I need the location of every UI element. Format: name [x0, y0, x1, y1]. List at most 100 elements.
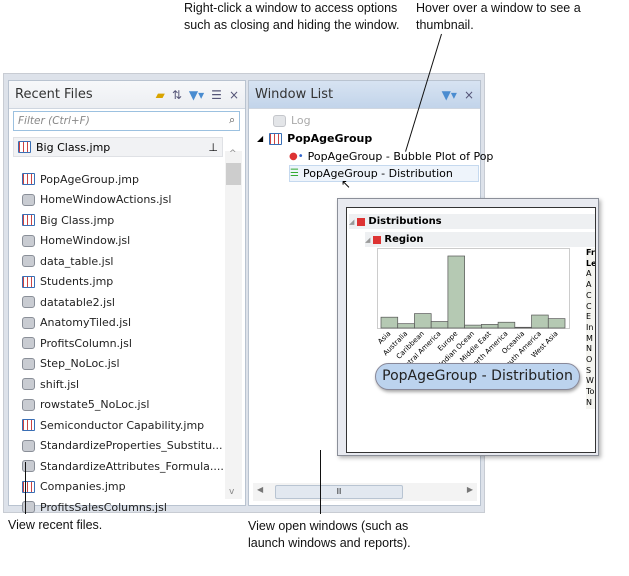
recent-file-item[interactable]: data_table.jsl [22, 252, 113, 270]
filter-icon[interactable]: ▼▾ [442, 88, 457, 102]
bar [497, 321, 516, 329]
recent-file-item[interactable]: StandardizeAttributes_Formula.... [22, 457, 224, 475]
window-bubble-plot[interactable]: ●• PopAgeGroup - Bubble Plot of Pop [289, 148, 493, 165]
vertical-scrollbar[interactable]: ^ v [225, 149, 242, 499]
recent-file-item[interactable]: rowstate5_NoLoc.jsl [22, 396, 149, 414]
recent-file-item[interactable]: StandardizeProperties_Substitu... [22, 437, 223, 455]
sort-icon[interactable]: ⇅ [172, 88, 182, 102]
region-histogram: AsiaAustraliaCaribbeanCentral AmericaEur… [377, 248, 570, 363]
window-label: PopAgeGroup - Distribution [302, 167, 453, 180]
jsl-file-icon [22, 234, 35, 247]
bubble-plot-icon: ●• [289, 151, 304, 162]
jmp-file-icon [22, 480, 35, 493]
region-title: Region [384, 234, 424, 245]
jmp-file-icon [22, 419, 35, 431]
red-triangle-icon[interactable] [373, 235, 382, 244]
recent-file-label: PopAgeGroup.jmp [40, 172, 139, 186]
pinned-file-label: Big Class.jmp [36, 140, 111, 154]
recent-file-item[interactable]: Big Class.jmp [22, 211, 114, 229]
jsl-file-icon [22, 501, 35, 513]
recent-file-item[interactable]: Step_NoLoc.jsl [22, 355, 120, 373]
region-outline[interactable]: ◢ Region [365, 232, 595, 247]
expand-triangle-icon[interactable]: ◢ [257, 134, 263, 143]
freq-row: O [586, 355, 593, 365]
freq-row: C [586, 301, 592, 311]
distributions-title: Distributions [368, 216, 442, 227]
recent-file-label: HomeWindowActions.jsl [40, 193, 172, 206]
freq-row: A [586, 269, 592, 279]
scroll-thumb[interactable]: ll [275, 485, 403, 499]
jsl-file-icon [22, 193, 35, 206]
recent-file-item[interactable]: AnatomyTiled.jsl [22, 314, 131, 332]
log-label: Log [291, 114, 311, 127]
recent-file-label: AnatomyTiled.jsl [40, 316, 132, 329]
pin-icon[interactable]: ⊥ [208, 141, 218, 154]
freq-row: N [586, 397, 592, 407]
recent-file-item[interactable]: ProfitsSalesColumns.jsl [22, 498, 167, 516]
thumbnail-popup: ◢ Distributions ◢ Region Asia Australia Cari… [337, 198, 599, 456]
recent-file-label: data_table.jsl [40, 254, 114, 268]
pinned-file[interactable]: Big Class.jmp ⊥ [13, 137, 223, 157]
jmp-file-icon [22, 173, 35, 185]
scroll-up-icon[interactable]: ^ [229, 149, 237, 159]
scroll-left-icon[interactable]: ◀ [257, 485, 263, 494]
recent-file-label: ProfitsSalesColumns.jsl [40, 500, 167, 514]
recent-file-item[interactable]: PopAgeGroup.jmp [22, 170, 139, 188]
scroll-thumb[interactable] [226, 163, 241, 185]
jmp-file-icon [269, 132, 283, 145]
jsl-file-icon [22, 398, 35, 411]
window-group[interactable]: ◢ PopAgeGroup [257, 130, 372, 147]
filter-placeholder: Filter (Ctrl+F) [18, 115, 90, 127]
recent-file-item[interactable]: Companies.jmp [22, 478, 126, 496]
annotation-open-windows: View open windows (such as launch window… [248, 519, 411, 550]
bar [447, 255, 465, 329]
scroll-down-icon[interactable]: v [229, 487, 234, 497]
jsl-file-icon [22, 255, 35, 267]
bar [481, 324, 499, 329]
jsl-file-icon [22, 296, 35, 308]
bar [414, 313, 432, 329]
recent-file-item[interactable]: datatable2.jsl [22, 293, 115, 311]
distribution-icon: ☰ [290, 168, 299, 179]
freq-row: W [586, 376, 594, 386]
thumbnail-tooltip: PopAgeGroup - Distribution [375, 363, 580, 390]
bar [430, 321, 449, 329]
jmp-file-icon [22, 214, 35, 226]
recent-file-label: StandardizeAttributes_Formula.... [40, 459, 224, 473]
freq-header: Fr [586, 248, 595, 257]
jsl-file-icon [22, 460, 35, 472]
mouse-cursor-icon: ↖ [341, 177, 352, 191]
recent-file-label: rowstate5_NoLoc.jsl [40, 398, 150, 411]
distributions-outline[interactable]: ◢ Distributions [349, 214, 595, 229]
bar [380, 316, 399, 329]
filter-icon[interactable]: ▼▾ [189, 88, 204, 102]
jsl-file-icon [22, 439, 35, 452]
close-icon[interactable]: × [229, 88, 239, 102]
freq-row: M [586, 333, 593, 343]
recent-file-item[interactable]: ProfitsColumn.jsl [22, 334, 132, 352]
recent-file-item[interactable]: HomeWindowActions.jsl [22, 191, 171, 209]
log-icon [273, 114, 286, 127]
red-triangle-icon[interactable] [357, 217, 366, 226]
window-distribution[interactable]: ☰ PopAgeGroup - Distribution [289, 165, 479, 182]
filter-input[interactable]: Filter (Ctrl+F) ⌕ [13, 111, 240, 131]
recent-file-item[interactable]: shift.jsl [22, 375, 79, 393]
freq-row: N [586, 344, 592, 354]
horizontal-scrollbar[interactable]: ◀ ll ▶ [253, 483, 477, 501]
recent-file-label: StandardizeProperties_Substitu... [40, 439, 223, 452]
window-log[interactable]: Log [273, 112, 311, 129]
open-folder-icon[interactable]: ▰ [156, 88, 165, 102]
list-view-icon[interactable]: ☰ [211, 88, 222, 102]
callout-line [320, 450, 321, 514]
recent-file-label: ProfitsColumn.jsl [40, 336, 132, 350]
scroll-right-icon[interactable]: ▶ [467, 485, 473, 494]
freq-row: In [586, 322, 594, 332]
recent-file-item[interactable]: Semiconductor Capability.jmp [22, 416, 204, 434]
jsl-file-icon [22, 316, 35, 329]
recent-file-label: Companies.jmp [40, 480, 126, 493]
disclosure-icon: ◢ [349, 217, 355, 226]
recent-file-label: shift.jsl [40, 377, 80, 391]
recent-file-item[interactable]: Students.jmp [22, 273, 113, 291]
recent-file-item[interactable]: HomeWindow.jsl [22, 232, 130, 250]
close-icon[interactable]: × [464, 88, 474, 102]
